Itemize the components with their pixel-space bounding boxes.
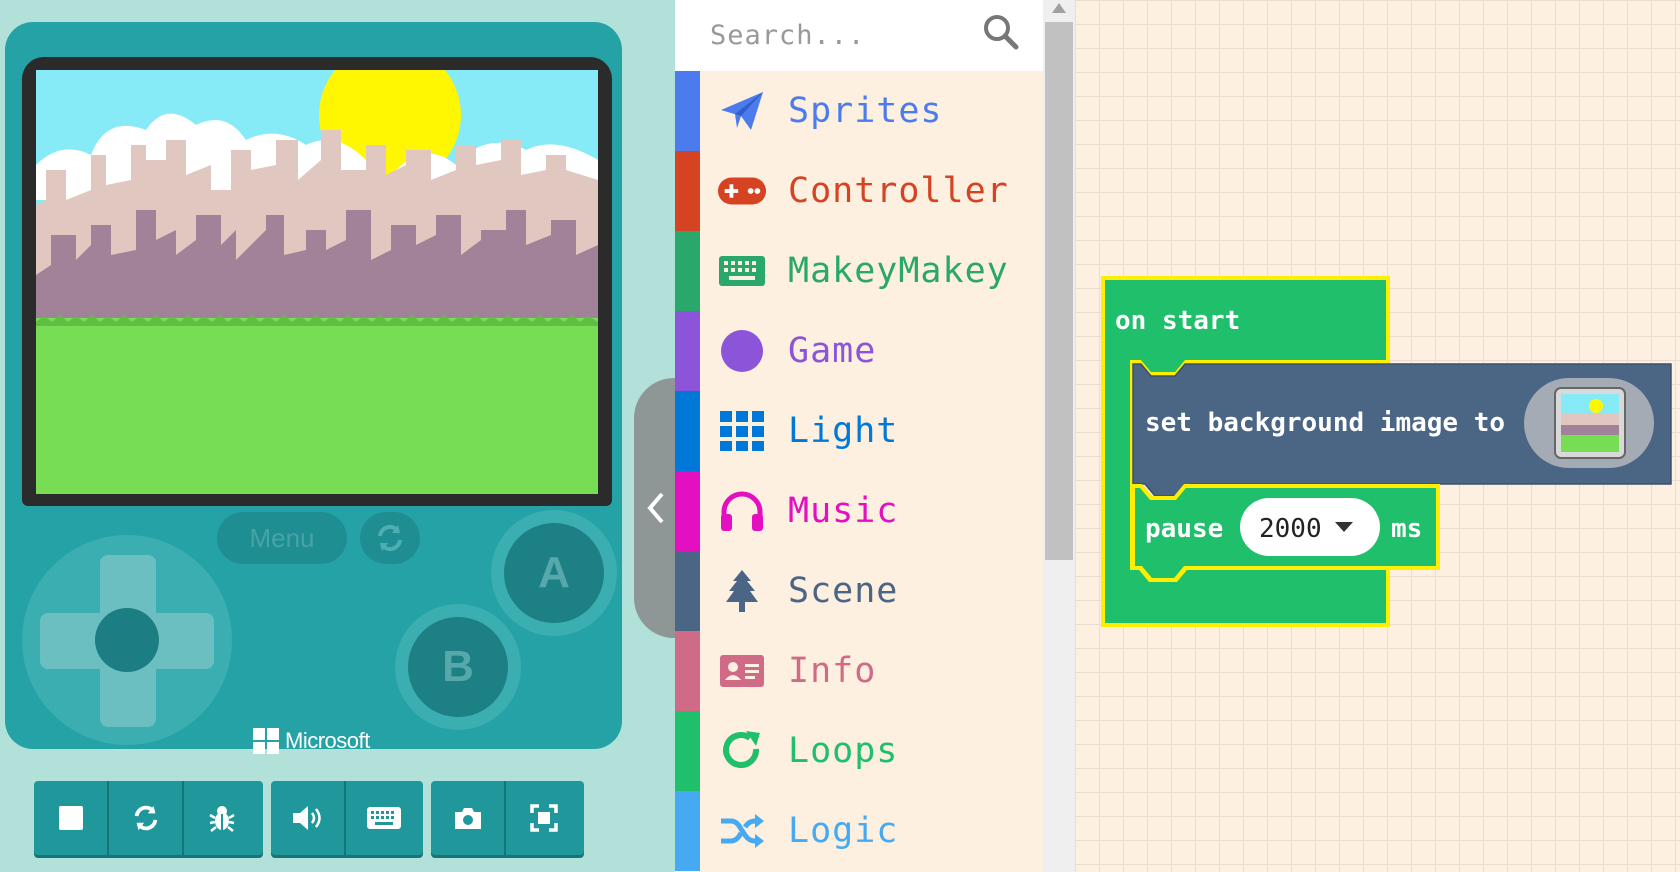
toolbox-scrollbar[interactable] <box>1043 0 1075 872</box>
refresh-icon <box>378 524 402 552</box>
category-label: Scene <box>788 571 899 611</box>
category-label: Light <box>788 411 899 451</box>
category-label: Game <box>788 331 877 371</box>
tree-icon <box>717 567 767 615</box>
collapse-simulator-button[interactable] <box>634 378 678 638</box>
windows-logo-icon <box>253 728 279 754</box>
a-button-ring[interactable]: A <box>491 510 617 636</box>
paper-plane-icon <box>717 87 767 135</box>
fullscreen-icon <box>529 804 558 832</box>
menu-button[interactable]: Menu <box>217 512 347 564</box>
sim-toolbar-group-3 <box>431 781 584 855</box>
fullscreen-button[interactable] <box>506 781 581 855</box>
category-label: Loops <box>788 731 899 771</box>
category-label: Controller <box>788 171 1009 211</box>
chevron-left-icon <box>647 492 664 524</box>
category-label: Info <box>788 651 877 691</box>
game-screen[interactable] <box>36 70 598 494</box>
shuffle-icon <box>717 807 767 855</box>
simulator-panel: Menu A B Microsoft <box>0 0 675 872</box>
game-console: Menu A B Microsoft <box>5 22 622 754</box>
camera-icon <box>454 808 481 829</box>
category-color-bar <box>675 151 700 231</box>
brand-label: Microsoft <box>285 728 370 753</box>
toolbox-category-logic[interactable]: Logic <box>675 791 1043 871</box>
refresh-icon <box>134 805 157 831</box>
stop-button[interactable] <box>34 781 109 855</box>
search-input[interactable]: Search... <box>675 0 1043 71</box>
category-color-bar <box>675 631 700 711</box>
toolbox: Search... Sprites Controller MakeyMakey … <box>675 0 1043 872</box>
category-color-bar <box>675 791 700 871</box>
circle-icon <box>717 327 767 375</box>
toolbox-category-game[interactable]: Game <box>675 311 1043 391</box>
category-label: Music <box>788 491 899 531</box>
category-label: MakeyMakey <box>788 251 1009 291</box>
category-color-bar <box>675 471 700 551</box>
toolbox-category-light[interactable]: Light <box>675 391 1043 471</box>
stop-icon <box>58 806 83 830</box>
toolbox-category-sprites[interactable]: Sprites <box>675 71 1043 151</box>
screen-bezel <box>22 57 612 506</box>
category-color-bar <box>675 391 700 471</box>
a-button[interactable]: A <box>504 523 604 623</box>
screenshot-button[interactable] <box>431 781 506 855</box>
restart-button[interactable] <box>109 781 184 855</box>
bug-icon <box>208 806 235 832</box>
search-placeholder: Search... <box>710 20 866 51</box>
on-start-label: on start <box>1115 306 1241 336</box>
category-color-bar <box>675 711 700 791</box>
speaker-icon <box>292 806 321 830</box>
category-label: Logic <box>788 811 899 851</box>
refresh-icon <box>717 727 767 775</box>
toolbox-category-info[interactable]: Info <box>675 631 1043 711</box>
b-button-ring[interactable]: B <box>395 604 521 730</box>
debug-button[interactable] <box>184 781 259 855</box>
restart-game-button[interactable] <box>360 512 420 564</box>
gamepad-icon <box>717 167 767 215</box>
toolbox-category-makeymakey[interactable]: MakeyMakey <box>675 231 1043 311</box>
category-color-bar <box>675 551 700 631</box>
headphones-icon <box>717 487 767 535</box>
category-color-bar <box>675 231 700 311</box>
toolbox-category-scene[interactable]: Scene <box>675 551 1043 631</box>
b-button[interactable]: B <box>408 617 508 717</box>
category-color-bar <box>675 311 700 391</box>
block-stack[interactable] <box>1075 0 1680 700</box>
scrollbar-thumb[interactable] <box>1045 22 1073 560</box>
scroll-up-arrow-icon[interactable] <box>1052 3 1066 13</box>
keyboard-icon <box>366 807 401 829</box>
category-color-bar <box>675 71 700 151</box>
sim-toolbar-group-2 <box>271 781 423 855</box>
dpad[interactable] <box>22 535 232 745</box>
pause-label: pause <box>1145 514 1224 544</box>
toolbox-category-controller[interactable]: Controller <box>675 151 1043 231</box>
grid-icon <box>717 407 767 455</box>
toolbox-category-music[interactable]: Music <box>675 471 1043 551</box>
id-card-icon <box>717 647 767 695</box>
mute-button[interactable] <box>271 781 346 855</box>
keyboard-button[interactable] <box>346 781 421 855</box>
dpad-center <box>95 608 159 672</box>
sim-toolbar-group-1 <box>34 781 263 855</box>
keyboard-icon <box>717 247 767 295</box>
search-icon[interactable] <box>981 12 1021 52</box>
toolbox-category-loops[interactable]: Loops <box>675 711 1043 791</box>
pause-value[interactable]: 2000 <box>1259 514 1322 544</box>
category-label: Sprites <box>788 91 943 131</box>
pause-unit-label: ms <box>1391 514 1423 544</box>
set-background-label: set background image to <box>1145 408 1506 438</box>
blocks-workspace[interactable]: on start set background image to pause 2… <box>1075 0 1680 872</box>
microsoft-brand: Microsoft <box>253 728 370 754</box>
